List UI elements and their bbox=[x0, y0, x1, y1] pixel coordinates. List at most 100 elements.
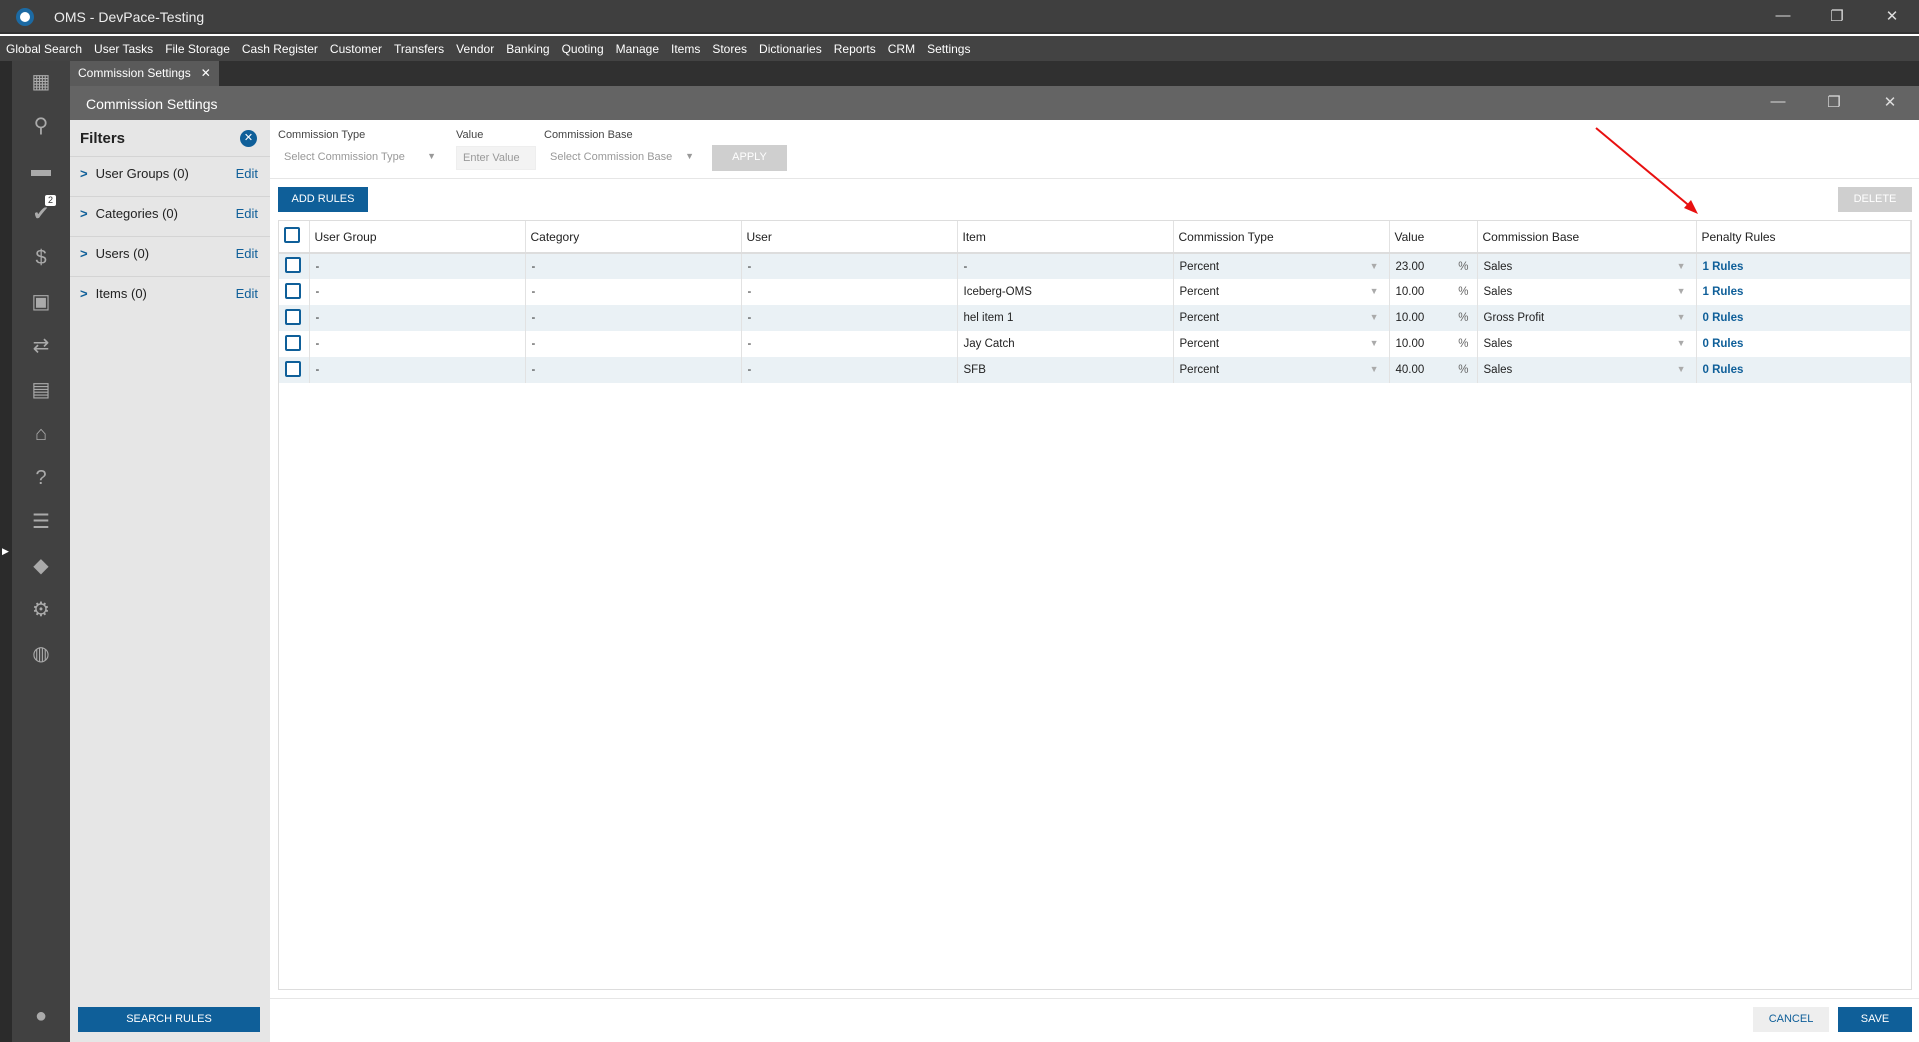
quoting-icon[interactable]: ? bbox=[28, 465, 54, 491]
menu-item-crm[interactable]: CRM bbox=[888, 42, 915, 56]
menu-item-global-search[interactable]: Global Search bbox=[6, 42, 82, 56]
commission-base-dropdown[interactable]: Gross Profit ▼ bbox=[1477, 305, 1697, 331]
filter-group[interactable]: > Categories (0) Edit bbox=[70, 196, 270, 229]
filter-edit-link[interactable]: Edit bbox=[236, 246, 258, 261]
value-input[interactable]: 10.00% bbox=[1389, 331, 1478, 357]
folder-icon[interactable]: ▬ bbox=[28, 157, 54, 183]
filter-edit-link[interactable]: Edit bbox=[236, 166, 258, 181]
customer-icon[interactable]: ▣ bbox=[28, 289, 54, 315]
menu-item-vendor[interactable]: Vendor bbox=[456, 42, 494, 56]
chevron-right-icon[interactable]: > bbox=[80, 206, 88, 221]
value-input[interactable]: 40.00% bbox=[1389, 357, 1478, 383]
dashboard-icon[interactable]: ▦ bbox=[28, 69, 54, 95]
add-rules-button[interactable]: ADD RULES bbox=[278, 187, 368, 212]
tab-commission-settings[interactable]: Commission Settings ✕ bbox=[70, 61, 219, 86]
menu-item-file-storage[interactable]: File Storage bbox=[165, 42, 230, 56]
user-icon[interactable]: ● bbox=[28, 1003, 54, 1029]
commission-base-dropdown[interactable]: Sales ▼ bbox=[1477, 357, 1697, 383]
window-close-icon[interactable]: ✕ bbox=[1875, 93, 1905, 111]
chevron-right-icon[interactable]: > bbox=[80, 286, 88, 301]
chevron-right-icon[interactable]: > bbox=[80, 166, 88, 181]
menu-item-settings[interactable]: Settings bbox=[927, 42, 970, 56]
menu-item-dictionaries[interactable]: Dictionaries bbox=[759, 42, 822, 56]
penalty-rules-link[interactable]: 1 Rules bbox=[1703, 261, 1744, 273]
store-icon[interactable]: ▤ bbox=[28, 377, 54, 403]
value-input[interactable]: 10.00% bbox=[1389, 305, 1478, 331]
sidebar-collapse-strip[interactable]: ▶ bbox=[0, 61, 12, 1042]
minimize-icon[interactable]: — bbox=[1768, 7, 1798, 24]
apply-button[interactable]: APPLY bbox=[712, 145, 787, 171]
search-icon[interactable]: ⚲ bbox=[28, 113, 54, 139]
row-checkbox-cell[interactable] bbox=[279, 305, 310, 331]
transfers-icon[interactable]: ⇄ bbox=[28, 333, 54, 359]
commission-type-dropdown[interactable]: Percent ▼ bbox=[1173, 253, 1390, 279]
gear-icon[interactable]: ⚙ bbox=[28, 597, 54, 623]
percent-symbol: % bbox=[1458, 338, 1469, 350]
delete-button[interactable]: DELETE bbox=[1838, 187, 1912, 212]
menu-item-cash-register[interactable]: Cash Register bbox=[242, 42, 318, 56]
row-checkbox[interactable] bbox=[285, 334, 301, 351]
clipboard-icon[interactable]: ☰ bbox=[28, 509, 54, 535]
row-checkbox-cell[interactable] bbox=[279, 253, 310, 279]
select-all-checkbox-cell[interactable] bbox=[279, 221, 310, 254]
row-checkbox[interactable] bbox=[285, 282, 301, 299]
save-button[interactable]: SAVE bbox=[1838, 1007, 1912, 1032]
cancel-button[interactable]: CANCEL bbox=[1753, 1007, 1829, 1032]
commission-type-dropdown[interactable]: Percent ▼ bbox=[1173, 305, 1390, 331]
window-minimize-icon[interactable]: — bbox=[1763, 93, 1793, 110]
search-rules-button[interactable]: SEARCH RULES bbox=[78, 1007, 260, 1032]
menu-item-user-tasks[interactable]: User Tasks bbox=[94, 42, 153, 56]
commission-type-select[interactable]: Select Commission Type ▼ bbox=[278, 146, 442, 170]
filter-group[interactable]: > Items (0) Edit bbox=[70, 276, 270, 309]
commission-type-dropdown[interactable]: Percent ▼ bbox=[1173, 357, 1390, 383]
commission-type-dropdown[interactable]: Percent ▼ bbox=[1173, 331, 1390, 357]
row-checkbox[interactable] bbox=[285, 257, 301, 273]
menu-item-quoting[interactable]: Quoting bbox=[562, 42, 604, 56]
row-checkbox[interactable] bbox=[285, 308, 301, 325]
value-input[interactable]: Enter Value bbox=[456, 146, 536, 170]
penalty-rules-link[interactable]: 0 Rules bbox=[1703, 338, 1744, 350]
row-checkbox-cell[interactable] bbox=[279, 279, 310, 305]
menu-item-stores[interactable]: Stores bbox=[712, 42, 747, 56]
penalty-rules-link[interactable]: 0 Rules bbox=[1703, 364, 1744, 376]
menu-item-transfers[interactable]: Transfers bbox=[394, 42, 444, 56]
commission-base-select[interactable]: Select Commission Base ▼ bbox=[544, 146, 700, 170]
menu-item-banking[interactable]: Banking bbox=[506, 42, 549, 56]
globe-icon[interactable]: ◍ bbox=[28, 641, 54, 667]
chevron-down-icon: ▼ bbox=[1369, 338, 1379, 348]
menu-item-reports[interactable]: Reports bbox=[834, 42, 876, 56]
filter-edit-link[interactable]: Edit bbox=[236, 286, 258, 301]
menu-item-items[interactable]: Items bbox=[671, 42, 700, 56]
tab-close-icon[interactable]: ✕ bbox=[201, 66, 211, 81]
penalty-rules-link[interactable]: 1 Rules bbox=[1703, 286, 1744, 298]
menu-item-manage[interactable]: Manage bbox=[616, 42, 659, 56]
value-input[interactable]: 23.00% bbox=[1389, 253, 1478, 279]
cell: - bbox=[309, 357, 526, 383]
menu-item-customer[interactable]: Customer bbox=[330, 42, 382, 56]
cash-icon[interactable]: $ bbox=[28, 245, 54, 271]
tag-icon[interactable]: ◆ bbox=[28, 553, 54, 579]
row-checkbox[interactable] bbox=[285, 360, 301, 377]
penalty-rules-link[interactable]: 0 Rules bbox=[1703, 312, 1744, 324]
filter-group[interactable]: > Users (0) Edit bbox=[70, 236, 270, 269]
row-checkbox-cell[interactable] bbox=[279, 331, 310, 357]
commission-base-dropdown[interactable]: Sales ▼ bbox=[1477, 253, 1697, 279]
row-checkbox-cell[interactable] bbox=[279, 357, 310, 383]
select-all-checkbox[interactable] bbox=[284, 227, 300, 243]
filter-edit-link[interactable]: Edit bbox=[236, 206, 258, 221]
commission-base-dropdown[interactable]: Sales ▼ bbox=[1477, 331, 1697, 357]
value-input[interactable]: 10.00% bbox=[1389, 279, 1478, 305]
clear-filters-icon[interactable]: ✕ bbox=[240, 130, 257, 147]
restore-icon[interactable]: ❐ bbox=[1822, 7, 1852, 25]
close-icon[interactable]: ✕ bbox=[1877, 7, 1907, 25]
window-restore-icon[interactable]: ❐ bbox=[1819, 93, 1849, 111]
filter-group[interactable]: > User Groups (0) Edit bbox=[70, 156, 270, 189]
tasks-icon[interactable]: ✔ 2 bbox=[28, 195, 56, 227]
commission-type-dropdown[interactable]: Percent ▼ bbox=[1173, 279, 1390, 305]
bank-icon[interactable]: ⌂ bbox=[28, 421, 54, 447]
cell: - bbox=[741, 279, 958, 305]
expand-arrow-icon[interactable]: ▶ bbox=[2, 546, 9, 557]
commission-base-dropdown[interactable]: Sales ▼ bbox=[1477, 279, 1697, 305]
cell: Iceberg-OMS bbox=[957, 279, 1174, 305]
chevron-right-icon[interactable]: > bbox=[80, 246, 88, 261]
